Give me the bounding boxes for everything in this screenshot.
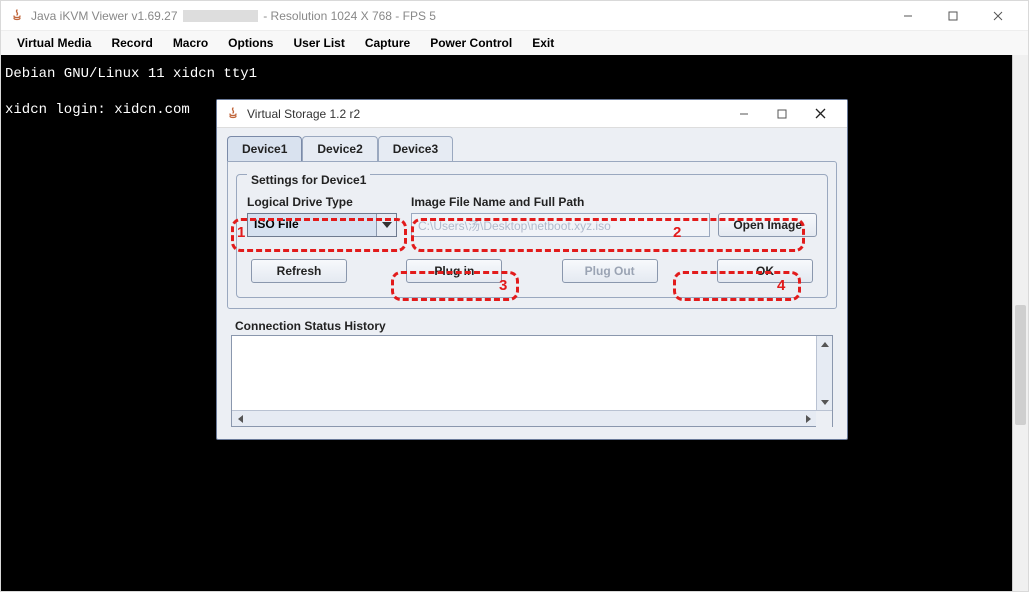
tab-panel-device1: Settings for Device1 Logical Drive Type … <box>227 161 837 309</box>
tab-device1[interactable]: Device1 <box>227 136 302 161</box>
annotation-2-number: 2 <box>673 224 691 242</box>
tab-device3[interactable]: Device3 <box>378 136 453 161</box>
status-history-box[interactable] <box>231 335 833 427</box>
maximize-button[interactable] <box>930 2 975 30</box>
fieldset-legend: Settings for Device1 <box>247 173 370 187</box>
menu-exit[interactable]: Exit <box>522 32 564 54</box>
open-image-button[interactable]: Open Image <box>718 213 817 237</box>
menu-options[interactable]: Options <box>218 32 283 54</box>
menu-power-control[interactable]: Power Control <box>420 32 522 54</box>
java-icon <box>9 8 25 24</box>
virtual-storage-dialog: Virtual Storage 1.2 r2 Device1 Device2 D… <box>216 99 848 440</box>
dialog-close-button[interactable] <box>801 101 839 127</box>
path-label: Image File Name and Full Path <box>411 195 817 209</box>
scroll-down-icon[interactable] <box>817 394 832 410</box>
dialog-minimize-button[interactable] <box>725 101 763 127</box>
dialog-maximize-button[interactable] <box>763 101 801 127</box>
plug-out-button: Plug Out <box>562 259 658 283</box>
drive-type-value: ISO File <box>248 214 376 236</box>
dialog-titlebar[interactable]: Virtual Storage 1.2 r2 <box>217 100 847 128</box>
menu-virtual-media[interactable]: Virtual Media <box>7 32 101 54</box>
menubar: Virtual Media Record Macro Options User … <box>1 31 1028 55</box>
scrollbar-thumb[interactable] <box>1015 305 1026 425</box>
drive-type-label: Logical Drive Type <box>247 195 397 209</box>
annotation-1-number: 1 <box>237 224 255 242</box>
dialog-body: Device1 Device2 Device3 Settings for Dev… <box>217 128 847 439</box>
drive-type-combo[interactable]: ISO File <box>247 213 397 237</box>
menu-macro[interactable]: Macro <box>163 32 218 54</box>
chevron-down-icon[interactable] <box>376 214 396 236</box>
minimize-button[interactable] <box>885 2 930 30</box>
menu-record[interactable]: Record <box>101 32 162 54</box>
scroll-up-icon[interactable] <box>817 336 832 352</box>
menu-capture[interactable]: Capture <box>355 32 420 54</box>
status-label: Connection Status History <box>231 319 833 333</box>
annotation-4-number: 4 <box>777 277 795 295</box>
scroll-corner <box>816 411 832 427</box>
plug-in-button[interactable]: Plug in <box>406 259 502 283</box>
java-icon <box>225 106 241 122</box>
status-vertical-scrollbar[interactable] <box>816 336 832 410</box>
close-button[interactable] <box>975 2 1020 30</box>
path-input[interactable] <box>411 213 710 237</box>
status-horizontal-scrollbar[interactable] <box>232 410 832 426</box>
terminal-scrollbar[interactable] <box>1012 55 1028 591</box>
menu-user-list[interactable]: User List <box>283 32 354 54</box>
main-window-controls <box>885 2 1020 30</box>
main-title: Java iKVM Viewer v1.69.27 - Resolution 1… <box>31 9 436 23</box>
settings-fieldset: Settings for Device1 Logical Drive Type … <box>236 174 828 298</box>
dialog-title: Virtual Storage 1.2 r2 <box>247 107 360 121</box>
scroll-right-icon[interactable] <box>800 411 816 426</box>
main-titlebar: Java iKVM Viewer v1.69.27 - Resolution 1… <box>1 1 1028 31</box>
status-section: Connection Status History <box>223 319 841 433</box>
tab-row: Device1 Device2 Device3 <box>223 136 841 161</box>
scroll-left-icon[interactable] <box>232 411 248 426</box>
annotation-3-number: 3 <box>499 277 517 295</box>
ok-button[interactable]: OK <box>717 259 813 283</box>
refresh-button[interactable]: Refresh <box>251 259 347 283</box>
redacted-ip <box>183 10 258 22</box>
tab-device2[interactable]: Device2 <box>302 136 377 161</box>
